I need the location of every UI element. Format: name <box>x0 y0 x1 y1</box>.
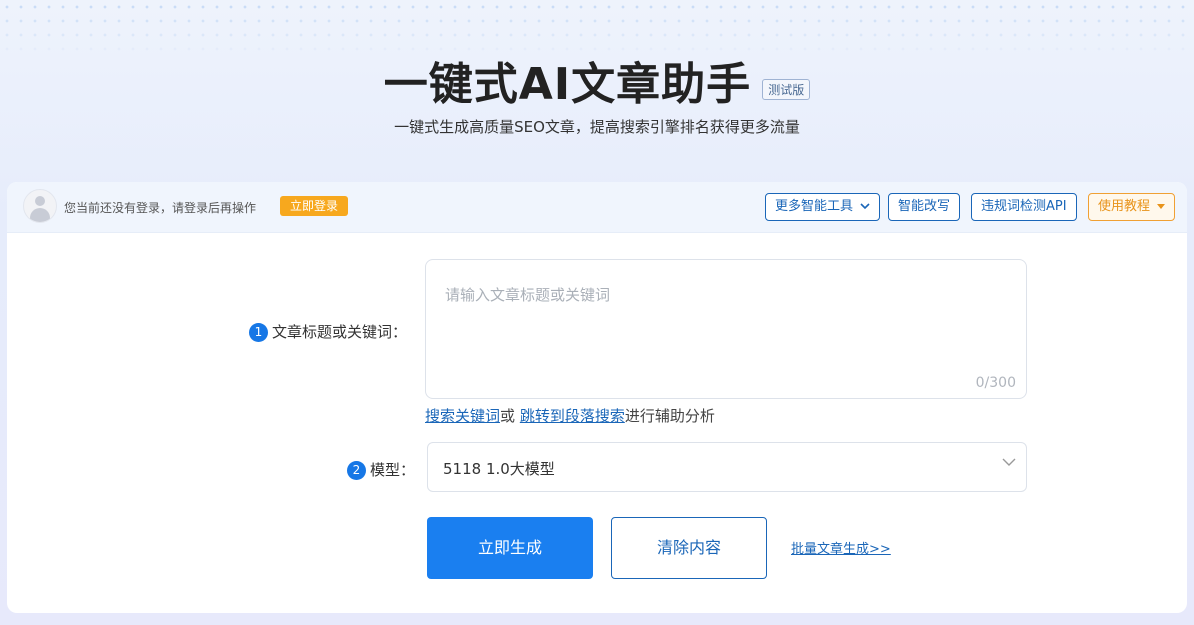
step-1-badge: 1 <box>249 323 268 342</box>
search-keywords-link[interactable]: 搜索关键词 <box>425 407 500 425</box>
smart-rewrite-button[interactable]: 智能改写 <box>888 193 961 221</box>
avatar-icon[interactable] <box>23 189 57 223</box>
model-field-label-text: 模型： <box>370 461 416 479</box>
clear-button[interactable]: 清除内容 <box>611 517 767 579</box>
model-field-label: 2 模型： <box>347 459 415 480</box>
title-keyword-textarea[interactable]: 请输入文章标题或关键词 0/300 <box>425 259 1027 399</box>
char-counter: 0/300 <box>975 375 1016 391</box>
login-button[interactable]: 立即登录 <box>280 196 349 216</box>
helper-or: 或 <box>500 407 516 425</box>
more-tools-label: 更多智能工具 <box>775 199 854 214</box>
model-select[interactable]: 5118 1.0大模型 <box>427 442 1027 492</box>
paragraph-search-link[interactable]: 跳转到段落搜索 <box>520 407 625 425</box>
helper-text: 搜索关键词或 跳转到段落搜索进行辅助分析 <box>425 405 715 426</box>
step-2-badge: 2 <box>347 461 366 480</box>
caret-down-icon <box>1157 203 1166 209</box>
avatar-head-shape <box>35 196 45 206</box>
banned-words-api-button[interactable]: 违规词检测API <box>971 193 1077 221</box>
tutorial-label: 使用教程 <box>1098 199 1151 214</box>
model-select-value: 5118 1.0大模型 <box>443 460 555 478</box>
page-subtitle: 一键式生成高质量SEO文章，提高搜索引擎排名获得更多流量 <box>394 118 800 136</box>
chevron-down-icon <box>1002 458 1016 466</box>
hero-header: 一键式AI文章助手 测试版 <box>0 48 1194 112</box>
chevron-down-icon <box>860 203 870 210</box>
helper-suffix: 进行辅助分析 <box>624 407 715 425</box>
avatar-body-shape <box>30 208 50 222</box>
title-keyword-placeholder: 请输入文章标题或关键词 <box>445 286 611 304</box>
main-card: 您当前还没有登录，请登录后再操作 立即登录 更多智能工具 智能改写 违规词检测A… <box>7 182 1187 613</box>
user-toolbar: 您当前还没有登录，请登录后再操作 立即登录 更多智能工具 智能改写 违规词检测A… <box>7 182 1187 233</box>
title-field-label-text: 文章标题或关键词： <box>272 323 408 341</box>
title-field-label: 1 文章标题或关键词： <box>249 321 407 342</box>
more-tools-dropdown[interactable]: 更多智能工具 <box>765 193 881 221</box>
tutorial-dropdown[interactable]: 使用教程 <box>1088 193 1176 221</box>
beta-badge: 测试版 <box>762 78 811 100</box>
batch-generate-link[interactable]: 批量文章生成>> <box>791 538 891 557</box>
login-notice: 您当前还没有登录，请登录后再操作 <box>64 201 257 215</box>
generate-button[interactable]: 立即生成 <box>427 517 593 579</box>
page-title: 一键式AI文章助手 <box>383 59 752 110</box>
